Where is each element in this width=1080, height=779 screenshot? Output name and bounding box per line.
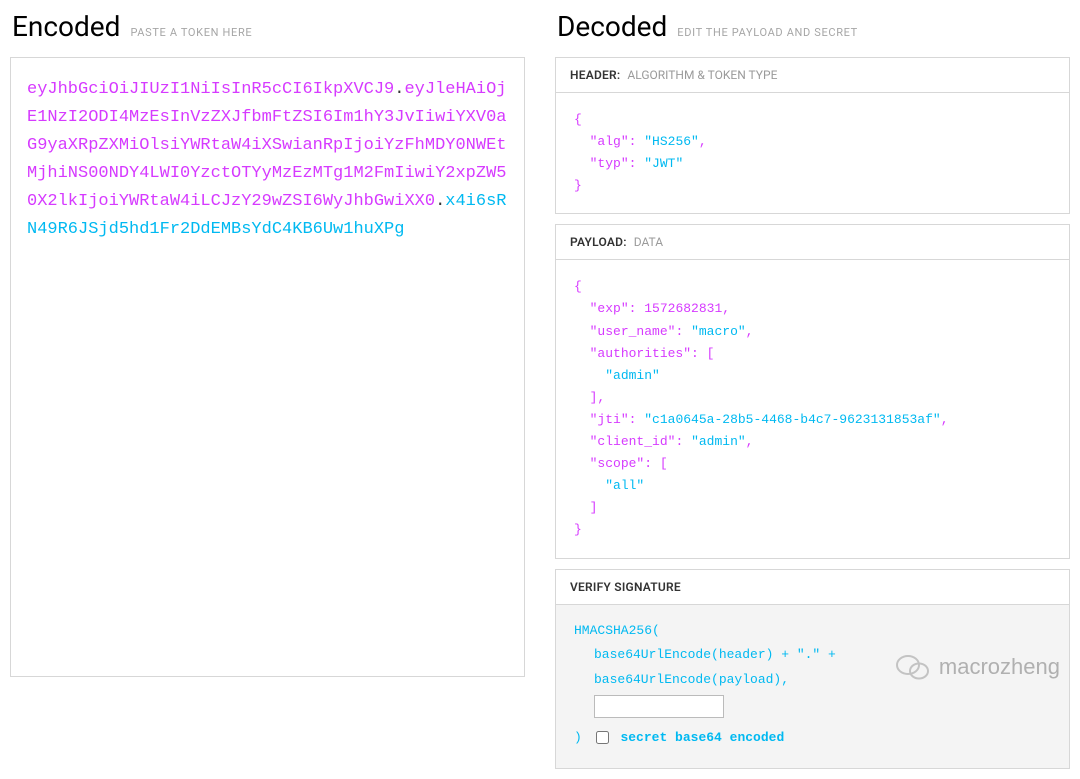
verify-line2: base64UrlEncode(payload), [574,668,1051,693]
secret-input[interactable] [594,695,724,718]
payload-section-bar: PAYLOAD: DATA [555,224,1070,260]
secret-checkbox-label: secret base64 encoded [620,730,784,745]
header-section-bar: HEADER: ALGORITHM & TOKEN TYPE [555,57,1070,93]
header-section-sub: ALGORITHM & TOKEN TYPE [627,68,777,82]
payload-section-label: PAYLOAD: [570,235,627,249]
encoded-heading: Encoded PASTE A TOKEN HERE [10,10,525,43]
payload-section-sub: DATA [634,235,663,249]
encoded-column: Encoded PASTE A TOKEN HERE eyJhbGciOiJIU… [10,10,525,769]
decoded-heading: Decoded EDIT THE PAYLOAD AND SECRET [555,10,1070,43]
token-dot-1: . [394,80,404,99]
verify-line1: base64UrlEncode(header) + "." + [574,643,1051,668]
verify-section-label: VERIFY SIGNATURE [570,580,681,594]
encoded-token-input[interactable]: eyJhbGciOiJIUzI1NiIsInR5cCI6IkpXVCJ9.eyJ… [10,57,525,677]
verify-signature-block: HMACSHA256( base64UrlEncode(header) + ".… [555,605,1070,770]
token-dot-2: . [435,192,445,211]
encoded-title: Encoded [12,10,120,43]
payload-json-editor[interactable]: { "exp": 1572682831, "user_name": "macro… [555,260,1070,558]
secret-base64-checkbox[interactable] [596,731,609,744]
decoded-column: Decoded EDIT THE PAYLOAD AND SECRET HEAD… [555,10,1070,769]
header-section-label: HEADER: [570,68,620,82]
verify-section-bar: VERIFY SIGNATURE [555,569,1070,605]
verify-func: HMACSHA256( [574,619,1051,644]
token-header-segment: eyJhbGciOiJIUzI1NiIsInR5cCI6IkpXVCJ9 [27,80,394,99]
encoded-hint: PASTE A TOKEN HERE [130,26,252,39]
header-json-editor[interactable]: { "alg": "HS256", "typ": "JWT" } [555,93,1070,214]
decoded-hint: EDIT THE PAYLOAD AND SECRET [677,26,858,39]
verify-close: ) [574,730,582,745]
decoded-title: Decoded [557,10,667,43]
